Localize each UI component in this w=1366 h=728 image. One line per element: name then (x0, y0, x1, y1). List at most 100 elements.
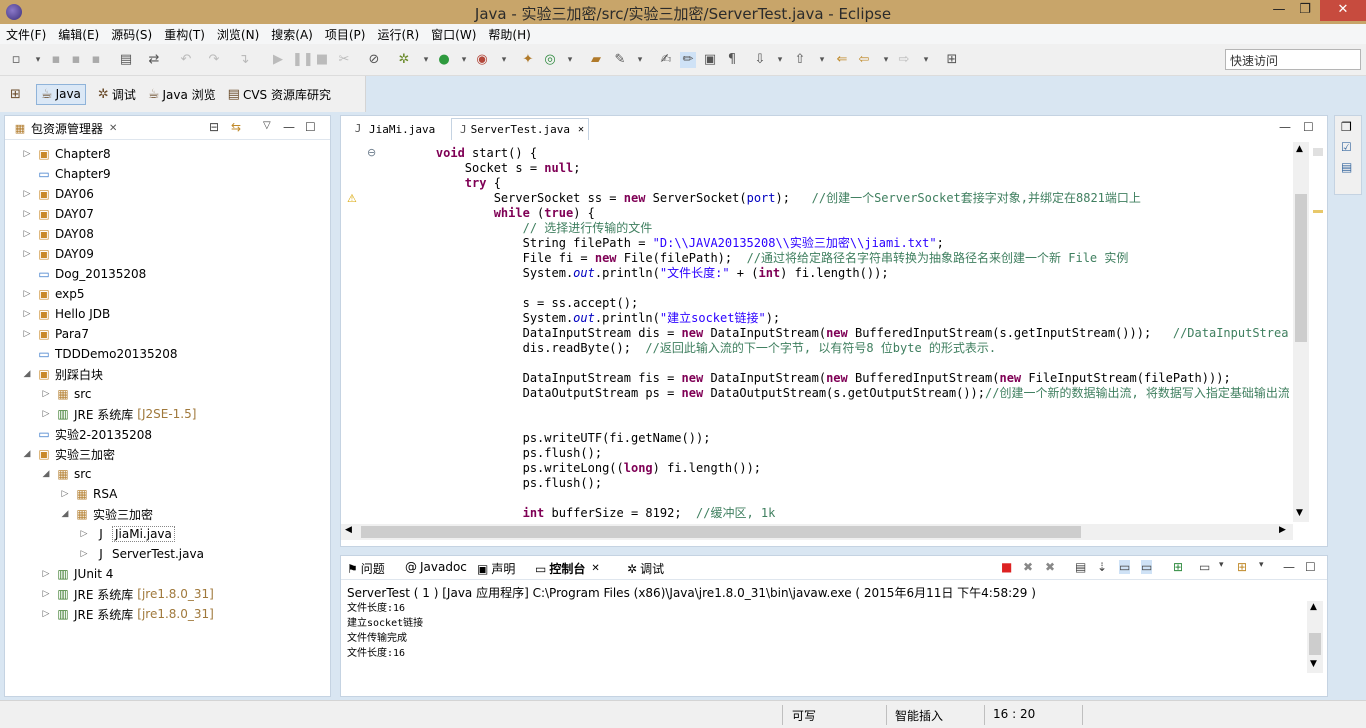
menu-file[interactable]: 文件(F) (0, 26, 52, 43)
scroll-lock-icon[interactable]: ⇣ (1097, 560, 1107, 574)
skip-breakpoints-icon[interactable]: ⊘ (366, 52, 382, 68)
tree-toggle-icon[interactable]: ▷ (40, 609, 52, 619)
prev-annotation-icon[interactable]: ⇧ (792, 52, 808, 68)
tree-toggle-icon[interactable]: ▷ (21, 189, 33, 199)
task-list-icon[interactable]: ☑ (1341, 140, 1352, 154)
terminate-icon[interactable]: ■ (1001, 560, 1012, 574)
tree-item[interactable]: ▷ ▥ JRE 系统库 [jre1.8.0_31] (40, 604, 214, 624)
new-icon[interactable]: ▫ (8, 52, 24, 68)
tree-item[interactable]: ◢ ▦ 实验三加密 (59, 504, 153, 524)
editor-vertical-scrollbar[interactable]: ▲ ▼ (1293, 142, 1309, 522)
outline-icon[interactable]: ▤ (1341, 160, 1352, 174)
maximize-icon[interactable]: ☐ (1303, 120, 1314, 134)
build-icon[interactable]: ▤ (118, 52, 134, 68)
console-tab-problems[interactable]: ⚑ 问题 (347, 560, 385, 577)
tree-item[interactable]: ▷ ▦ RSA (59, 484, 118, 504)
tree-toggle-icon[interactable]: ▷ (21, 309, 33, 319)
view-menu-icon[interactable]: ▽ (263, 120, 271, 131)
console-tab-debug[interactable]: ✲ 调试 (627, 560, 664, 577)
tree-toggle-icon[interactable]: ▷ (21, 329, 33, 339)
disconnect-icon[interactable]: ✂ (336, 52, 352, 68)
mark-occurrences-icon[interactable]: ✍ (658, 52, 674, 68)
remove-launch-icon[interactable]: ✖ (1023, 560, 1033, 574)
close-button[interactable]: ✕ (1320, 0, 1366, 21)
console-tab-declaration[interactable]: ▣ 声明 (477, 560, 515, 577)
tree-item[interactable]: ▷ J ServerTest.java (78, 544, 204, 564)
tree-toggle-icon[interactable]: ▷ (21, 149, 33, 159)
collapse-all-icon[interactable]: ⊟ (209, 120, 219, 134)
tree-item[interactable]: ▭ 实验2-20135208 (21, 424, 152, 444)
save-icon[interactable]: ▪ (48, 52, 64, 68)
tree-item[interactable]: ▷ ▣ exp5 (21, 284, 85, 304)
tree-toggle-icon[interactable]: ▷ (40, 569, 52, 579)
tree-toggle-icon[interactable]: ◢ (59, 509, 71, 519)
fold-icon[interactable]: ⊖ (367, 146, 376, 159)
pin-console-icon[interactable]: ⊞ (1173, 560, 1183, 574)
scroll-up-icon[interactable]: ▲ (1310, 602, 1317, 612)
last-edit-icon[interactable]: ⇐ (834, 52, 850, 68)
close-icon[interactable]: ✕ (578, 124, 584, 135)
scroll-down-icon[interactable]: ▼ (1310, 659, 1317, 669)
scroll-thumb[interactable] (1309, 633, 1321, 655)
scroll-right-icon[interactable]: ▶ (1279, 525, 1286, 535)
terminate-icon[interactable]: ■ (314, 52, 330, 68)
debug-run-icon[interactable]: ✲ (396, 52, 412, 68)
dropdown-icon[interactable]: ▾ (1259, 560, 1264, 570)
tree-toggle-icon[interactable]: ▷ (21, 229, 33, 239)
tree-item[interactable]: ▷ ▣ Chapter8 (21, 144, 111, 164)
tree-item[interactable]: ▷ ▣ DAY09 (21, 244, 94, 264)
link-editor-icon[interactable]: ⇆ (231, 120, 241, 134)
menu-help[interactable]: 帮助(H) (482, 26, 536, 43)
tree-item[interactable]: ▷ ▣ DAY06 (21, 184, 94, 204)
scroll-up-icon[interactable]: ▲ (1296, 144, 1303, 154)
console-output[interactable]: 文件长度:16 建立socket链接 文件传输完成 文件长度:16 (347, 601, 423, 661)
ruler-marker[interactable] (1313, 148, 1323, 156)
new-class-icon[interactable]: ◎ (542, 52, 558, 68)
tree-item[interactable]: ▷ ▣ DAY08 (21, 224, 94, 244)
menu-source[interactable]: 源码(S) (105, 26, 158, 43)
redo-icon[interactable]: ↷ (206, 52, 222, 68)
tree-toggle-icon[interactable]: ▷ (59, 489, 71, 499)
tree-item[interactable]: ◢ ▣ 实验三加密 (21, 444, 115, 464)
clear-console-icon[interactable]: ▤ (1075, 560, 1086, 574)
dropdown-icon[interactable]: ▾ (1219, 560, 1224, 570)
pin-editor-icon[interactable]: ⊞ (944, 52, 960, 68)
open-type-icon[interactable]: ▰ (588, 52, 604, 68)
quick-access-input[interactable]: 快速访问 (1225, 49, 1361, 70)
step-icon[interactable]: ↴ (236, 52, 252, 68)
tree-toggle-icon[interactable]: ▷ (40, 589, 52, 599)
menu-run[interactable]: 运行(R) (371, 26, 425, 43)
code-area[interactable]: void start() { Socket s = null; try { Se… (401, 142, 1289, 522)
dropdown-icon[interactable]: ▾ (918, 52, 934, 68)
dropdown-icon[interactable]: ▾ (496, 52, 512, 68)
scroll-down-icon[interactable]: ▼ (1296, 508, 1303, 518)
menu-window[interactable]: 窗口(W) (425, 26, 482, 43)
open-perspective-button[interactable]: ⊞ (10, 87, 24, 102)
tab-servertest-java[interactable]: J ServerTest.java ✕ (451, 118, 589, 140)
console-vertical-scrollbar[interactable]: ▲ ▼ (1307, 601, 1323, 673)
dropdown-icon[interactable]: ▾ (814, 52, 830, 68)
dropdown-icon[interactable]: ▾ (562, 52, 578, 68)
tree-toggle-icon[interactable]: ▷ (21, 209, 33, 219)
tree-item[interactable]: ▷ J JiaMi.java (78, 524, 175, 544)
dropdown-icon[interactable]: ▾ (30, 52, 46, 68)
external-tools-icon[interactable]: ◉ (474, 52, 490, 68)
dropdown-icon[interactable]: ▾ (632, 52, 648, 68)
tree-toggle-icon[interactable]: ◢ (21, 369, 33, 379)
tree-item[interactable]: ▷ ▣ DAY07 (21, 204, 94, 224)
minimize-icon[interactable]: — (1283, 560, 1295, 574)
menu-edit[interactable]: 编辑(E) (52, 26, 105, 43)
scroll-left-icon[interactable]: ◀ (345, 525, 352, 535)
tree-toggle-icon[interactable]: ▷ (40, 409, 52, 419)
run-icon[interactable]: ● (436, 52, 452, 68)
tree-toggle-icon[interactable]: ▷ (21, 249, 33, 259)
suspend-icon[interactable]: ❚❚ (292, 52, 314, 68)
tree-item[interactable]: ▷ ▦ src (40, 384, 92, 404)
menu-navigate[interactable]: 浏览(N) (211, 26, 265, 43)
dropdown-icon[interactable]: ▾ (456, 52, 472, 68)
tree-toggle-icon[interactable]: ▷ (78, 549, 90, 559)
open-console-icon[interactable]: ⊞ (1237, 560, 1247, 574)
tree-toggle-icon[interactable]: ▷ (21, 289, 33, 299)
maximize-icon[interactable]: ☐ (1305, 560, 1316, 574)
menu-search[interactable]: 搜索(A) (265, 26, 319, 43)
